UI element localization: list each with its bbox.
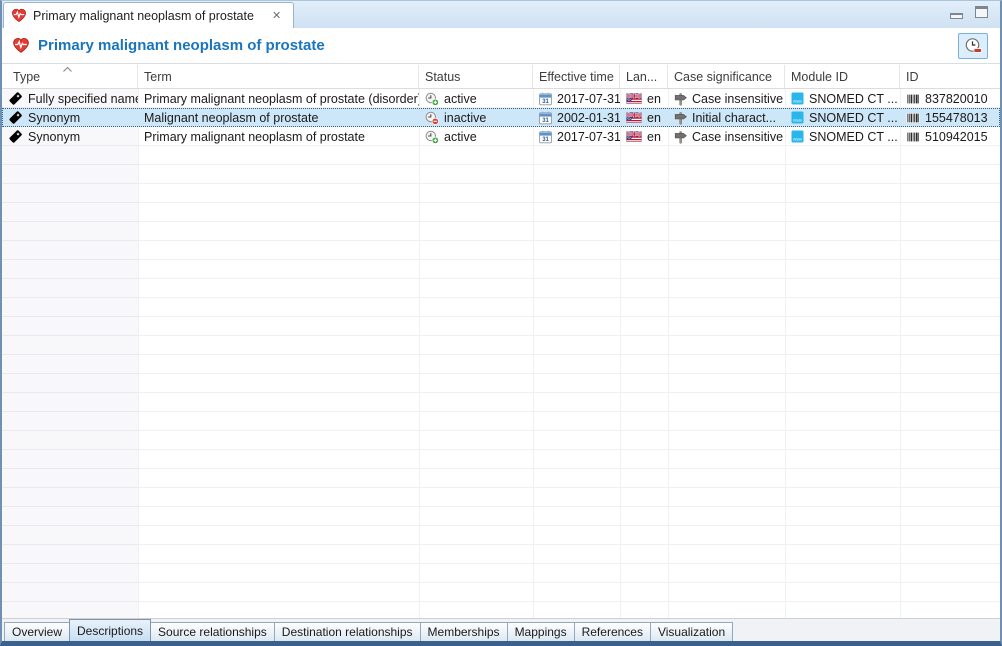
- column-header-case-significance[interactable]: Case significance: [668, 65, 785, 88]
- module-cell: ihtsdo SNOMED CT ...: [785, 89, 900, 108]
- sorted-column-shade: [2, 89, 138, 618]
- id-cell: 837820010: [900, 89, 1000, 108]
- history-clock-icon: [964, 37, 983, 55]
- svg-text:31: 31: [542, 99, 549, 105]
- status-clock-icon: [425, 130, 439, 144]
- table-header: Type Term Status Effective time Lan... C…: [2, 65, 1000, 89]
- status-cell: active: [419, 89, 533, 108]
- column-header-status[interactable]: Status: [419, 65, 533, 88]
- table-row[interactable]: Fully specified name Primary malignant n…: [2, 89, 1000, 108]
- signpost-icon: [674, 130, 687, 144]
- column-header-effective-time[interactable]: Effective time: [533, 65, 620, 88]
- history-toggle-button[interactable]: [958, 33, 988, 59]
- description-tag-icon: [8, 129, 23, 144]
- signpost-icon: [674, 92, 687, 106]
- tab-memberships[interactable]: Memberships: [420, 622, 508, 641]
- tab-overview[interactable]: Overview: [4, 622, 70, 641]
- case-significance-cell: Case insensitive: [668, 89, 785, 108]
- en-flag-icon: [626, 93, 642, 104]
- term-cell: Primary malignant neoplasm of prostate: [138, 127, 419, 146]
- svg-text:31: 31: [542, 137, 549, 143]
- type-cell: Synonym: [2, 127, 138, 146]
- language-cell: en: [620, 127, 668, 146]
- effective-time-cell: 31 2017-07-31: [533, 127, 620, 146]
- module-icon: ihtsdo: [791, 130, 804, 143]
- module-icon: ihtsdo: [791, 111, 804, 124]
- module-cell: ihtsdo SNOMED CT ...: [785, 127, 900, 146]
- status-clock-icon: [425, 92, 439, 106]
- table-row[interactable]: Synonym Malignant neoplasm of prostate i…: [2, 108, 1000, 127]
- app-window: Primary malignant neoplasm of prostate ✕…: [0, 0, 1002, 646]
- tab-references[interactable]: References: [574, 622, 651, 641]
- status-cell: inactive: [419, 108, 533, 127]
- svg-text:ihtsdo: ihtsdo: [793, 119, 802, 123]
- view-controls: [950, 6, 988, 19]
- tab-descriptions[interactable]: Descriptions: [69, 619, 151, 641]
- description-tag-icon: [8, 91, 23, 106]
- calendar-icon: 31: [539, 130, 552, 144]
- signpost-icon: [674, 111, 687, 125]
- term-cell: Malignant neoplasm of prostate: [138, 108, 419, 127]
- tab-source-relationships[interactable]: Source relationships: [150, 622, 275, 641]
- minimize-icon[interactable]: [950, 13, 963, 19]
- editor-tab-label: Primary malignant neoplasm of prostate: [33, 9, 254, 23]
- module-cell: ihtsdo SNOMED CT ...: [785, 108, 900, 127]
- column-header-type[interactable]: Type: [2, 65, 138, 88]
- concept-header: Primary malignant neoplasm of prostate: [2, 28, 1000, 64]
- case-significance-cell: Initial charact...: [668, 108, 785, 127]
- language-cell: en: [620, 89, 668, 108]
- effective-time-cell: 31 2002-01-31: [533, 108, 620, 127]
- table-row[interactable]: Synonym Primary malignant neoplasm of pr…: [2, 127, 1000, 146]
- status-clock-icon: [425, 111, 439, 125]
- status-cell: active: [419, 127, 533, 146]
- tab-destination-relationships[interactable]: Destination relationships: [274, 622, 421, 641]
- id-cell: 510942015: [900, 127, 1000, 146]
- close-icon[interactable]: ✕: [270, 8, 283, 23]
- svg-text:ihtsdo: ihtsdo: [793, 138, 802, 142]
- column-header-language[interactable]: Lan...: [620, 65, 668, 88]
- module-icon: ihtsdo: [791, 92, 804, 105]
- effective-time-cell: 31 2017-07-31: [533, 89, 620, 108]
- term-cell: Primary malignant neoplasm of prostate (…: [138, 89, 419, 108]
- id-cell: 155478013: [900, 108, 1000, 127]
- en-flag-icon: [626, 131, 642, 142]
- case-significance-cell: Case insensitive: [668, 127, 785, 146]
- description-tag-icon: [8, 110, 23, 125]
- barcode-icon: [906, 131, 920, 143]
- tab-visualization[interactable]: Visualization: [650, 622, 733, 641]
- concept-heart-icon: [12, 37, 30, 54]
- type-cell: Synonym: [2, 108, 138, 127]
- editor-tab-strip: Primary malignant neoplasm of prostate ✕: [2, 1, 1000, 28]
- calendar-icon: 31: [539, 111, 552, 125]
- calendar-icon: 31: [539, 92, 552, 106]
- column-header-term[interactable]: Term: [138, 65, 419, 88]
- page-title: Primary malignant neoplasm of prostate: [38, 37, 325, 54]
- barcode-icon: [906, 112, 920, 124]
- svg-text:31: 31: [542, 118, 549, 124]
- column-header-module-id[interactable]: Module ID: [785, 65, 900, 88]
- en-flag-icon: [626, 112, 642, 123]
- concept-heart-icon: [11, 8, 27, 23]
- column-header-id[interactable]: ID: [900, 65, 1000, 88]
- tab-mappings[interactable]: Mappings: [507, 622, 575, 641]
- descriptions-table: Fully specified name Primary malignant n…: [2, 89, 1000, 618]
- svg-text:ihtsdo: ihtsdo: [793, 100, 802, 104]
- language-cell: en: [620, 108, 668, 127]
- type-cell: Fully specified name: [2, 89, 138, 108]
- maximize-icon[interactable]: [975, 6, 988, 18]
- sort-ascending-icon: [62, 66, 73, 73]
- barcode-icon: [906, 93, 920, 105]
- editor-page-tabs: Overview Descriptions Source relationshi…: [2, 618, 1000, 641]
- editor-tab[interactable]: Primary malignant neoplasm of prostate ✕: [3, 2, 294, 28]
